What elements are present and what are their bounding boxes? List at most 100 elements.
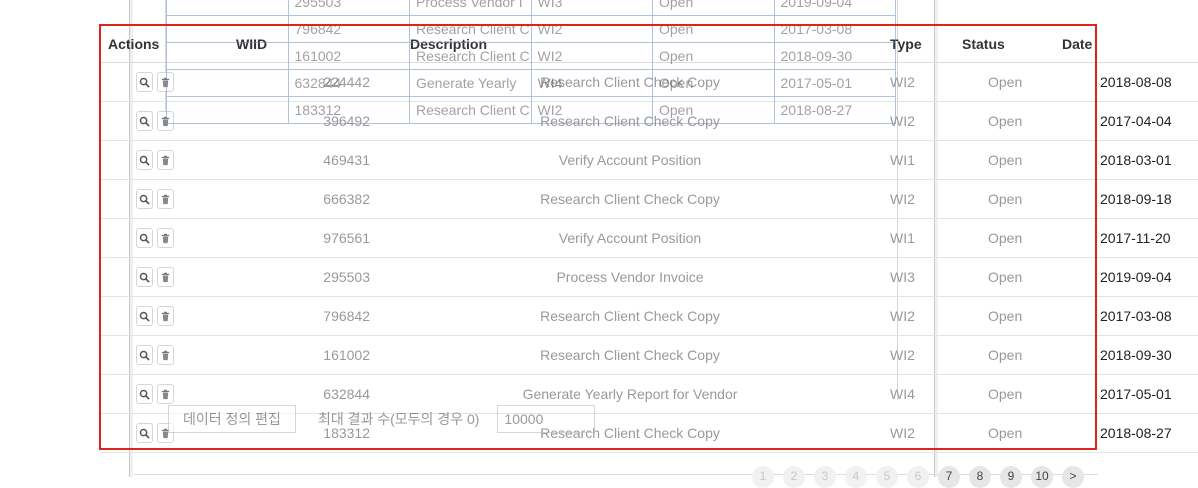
page-button[interactable]: 7 <box>938 466 960 488</box>
delete-button[interactable] <box>157 267 174 287</box>
cell-status: Open <box>962 140 1062 180</box>
edit-data-definition-button[interactable]: 데이터 정의 편집 <box>168 405 296 433</box>
page-button[interactable]: 4 <box>845 466 867 488</box>
page-button[interactable]: 8 <box>969 466 991 488</box>
max-results-input[interactable] <box>497 405 596 433</box>
overlay-cell: 632844 <box>287 69 410 97</box>
overlay-cell: WI2 <box>530 96 653 124</box>
overlay-cell <box>166 0 289 16</box>
view-button[interactable] <box>136 228 153 248</box>
view-button[interactable] <box>136 111 153 131</box>
row-actions <box>100 413 174 453</box>
page-button[interactable]: 3 <box>814 466 836 488</box>
trash-icon <box>161 194 170 204</box>
cell-type: WI1 <box>890 140 962 180</box>
overlay-cell: 2018-08-27 <box>773 96 896 124</box>
delete-button[interactable] <box>157 384 174 404</box>
cell-description: Research Client Check Copy <box>370 335 890 375</box>
cell-wiid: 295503 <box>174 257 370 297</box>
cell-type: WI1 <box>890 218 962 258</box>
row-actions <box>100 140 174 180</box>
delete-button[interactable] <box>157 345 174 365</box>
table-row: 796842 Research Client Check Copy WI2 Op… <box>100 296 1198 336</box>
view-button[interactable] <box>136 72 153 92</box>
overlay-cell: Research Client C <box>409 15 532 43</box>
row-actions <box>100 62 174 102</box>
header-date[interactable]: Date <box>1062 26 1198 63</box>
overlay-cell: WI3 <box>530 0 653 16</box>
overlay-cell: 796842 <box>287 15 410 43</box>
page-button[interactable]: 2 <box>783 466 805 488</box>
page-button[interactable]: 1 <box>752 466 774 488</box>
cell-date: 2019-09-04 <box>1062 257 1198 297</box>
overlay-cell <box>166 96 289 124</box>
cell-status: Open <box>962 296 1062 336</box>
delete-button[interactable] <box>157 228 174 248</box>
header-type[interactable]: Type <box>890 26 962 63</box>
cell-wiid: 796842 <box>174 296 370 336</box>
cell-wiid: 161002 <box>174 335 370 375</box>
magnifier-icon <box>139 77 150 88</box>
overlay-cell <box>166 15 289 43</box>
magnifier-icon <box>139 311 150 322</box>
overlay-cell: Open <box>652 15 775 43</box>
magnifier-icon <box>139 350 150 361</box>
magnifier-icon <box>139 155 150 166</box>
cell-status: Open <box>962 179 1062 219</box>
view-button[interactable] <box>136 189 153 209</box>
magnifier-icon <box>139 116 150 127</box>
view-button[interactable] <box>136 150 153 170</box>
overlay-cell: Open <box>652 42 775 70</box>
cell-type: WI2 <box>890 413 962 453</box>
max-results-label: 최대 결과 수(모두의 경우 0) <box>317 411 480 427</box>
overlay-controls: 데이터 정의 편집 최대 결과 수(모두의 경우 0) <box>168 405 596 433</box>
overlay-cell: 2018-09-30 <box>773 42 896 70</box>
header-status[interactable]: Status <box>962 26 1062 63</box>
delete-button[interactable] <box>157 150 174 170</box>
overlay-cell: WI4 <box>530 69 653 97</box>
cell-description: Process Vendor Invoice <box>370 257 890 297</box>
view-button[interactable] <box>136 423 153 443</box>
cell-date: 2017-03-08 <box>1062 296 1198 336</box>
cell-status: Open <box>962 218 1062 258</box>
overlay-cell: 183312 <box>287 96 410 124</box>
cell-type: WI2 <box>890 335 962 375</box>
overlay-cell: Open <box>652 0 775 16</box>
cell-description: Research Client Check Copy <box>370 296 890 336</box>
page-button[interactable]: 5 <box>876 466 898 488</box>
cell-date: 2018-08-08 <box>1062 62 1198 102</box>
row-actions <box>100 257 174 297</box>
view-button[interactable] <box>136 384 153 404</box>
cell-date: 2018-09-18 <box>1062 179 1198 219</box>
overlay-cell: 295503 <box>287 0 410 16</box>
page-button[interactable]: 10 <box>1031 466 1053 488</box>
row-actions <box>100 179 174 219</box>
overlay-cell: Generate Yearly <box>409 69 532 97</box>
cell-date: 2017-04-04 <box>1062 101 1198 141</box>
view-button[interactable] <box>136 306 153 326</box>
table-row: 469431 Verify Account Position WI1 Open … <box>100 140 1198 180</box>
overlay-cell: 2019-09-04 <box>773 0 896 16</box>
cell-status: Open <box>962 62 1062 102</box>
overlay-cell <box>166 42 289 70</box>
header-actions[interactable]: Actions <box>100 26 174 63</box>
magnifier-icon <box>139 272 150 283</box>
page-next-button[interactable]: > <box>1062 466 1084 488</box>
cell-status: Open <box>962 413 1062 453</box>
overlay-row: 632844 Generate Yearly WI4 Open 2017-05-01 <box>166 69 896 97</box>
cell-date: 2018-08-27 <box>1062 413 1198 453</box>
overlay-cell: WI2 <box>530 42 653 70</box>
view-button[interactable] <box>136 267 153 287</box>
page-button[interactable]: 9 <box>1000 466 1022 488</box>
row-actions <box>100 101 174 141</box>
magnifier-icon <box>139 389 150 400</box>
cell-type: WI2 <box>890 296 962 336</box>
overlay-row: 161002 Research Client C WI2 Open 2018-09-30 <box>166 42 896 70</box>
view-button[interactable] <box>136 345 153 365</box>
trash-icon <box>161 311 170 321</box>
page-button[interactable]: 6 <box>907 466 929 488</box>
delete-button[interactable] <box>157 306 174 326</box>
delete-button[interactable] <box>157 189 174 209</box>
overlay-cell: Open <box>652 69 775 97</box>
trash-icon <box>161 350 170 360</box>
